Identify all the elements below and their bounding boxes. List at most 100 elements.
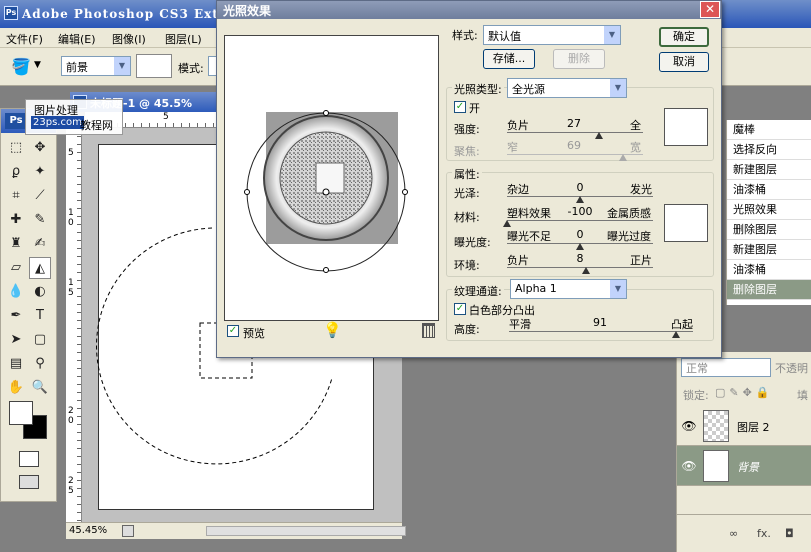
eraser-tool-icon[interactable]: ▱ xyxy=(5,257,27,279)
menu-file[interactable]: 文件(F) xyxy=(6,31,43,47)
preview-label: 预览 xyxy=(243,327,265,340)
chevron-down-icon[interactable]: ▼ xyxy=(34,60,41,70)
ruler-label: 1 xyxy=(68,208,74,218)
menu-edit[interactable]: 编辑(E) xyxy=(58,31,96,47)
mode-label: 模式: xyxy=(178,62,204,75)
blur-tool-icon[interactable]: 💧 xyxy=(5,281,27,303)
watermark: 图片处理 23ps.com 教程网 xyxy=(25,99,123,135)
cancel-button[interactable]: 取消 xyxy=(659,52,709,72)
height-slider[interactable] xyxy=(672,331,681,338)
marquee-tool-icon[interactable]: ⬚ xyxy=(5,137,27,159)
stamp-tool-icon[interactable]: ♜ xyxy=(5,233,27,255)
mask-icon[interactable]: ◘ xyxy=(785,527,794,540)
fill-source-select[interactable]: 前景 ▼ xyxy=(61,56,131,76)
light-type-select[interactable]: 全光源 ▼ xyxy=(507,78,627,98)
photoshop-logo-icon: Ps xyxy=(4,6,18,20)
menu-layer[interactable]: 图层(L) xyxy=(165,31,202,47)
style-select[interactable]: 默认值 ▼ xyxy=(483,25,621,45)
chevron-down-icon: ▼ xyxy=(610,79,626,97)
path-select-icon[interactable]: ➤ xyxy=(5,329,27,351)
layer-row-2[interactable]: 👁 图层 2 xyxy=(677,406,811,446)
eye-icon[interactable]: 👁 xyxy=(681,418,697,434)
zoom-tool-icon[interactable]: 🔍 xyxy=(29,377,51,399)
material-min-label: 塑料效果 xyxy=(507,207,551,220)
pen-tool-icon[interactable]: ✒ xyxy=(5,305,27,327)
type-tool-icon[interactable]: T xyxy=(29,305,51,327)
save-button[interactable]: 存储... xyxy=(483,49,535,69)
menu-image[interactable]: 图像(I) xyxy=(112,31,146,47)
white-high-checkbox[interactable]: ✓ xyxy=(454,303,466,315)
history-item[interactable]: 油漆桶 xyxy=(727,260,811,280)
status-menu-icon[interactable] xyxy=(122,525,134,537)
hand-tool-icon[interactable]: ✋ xyxy=(5,377,27,399)
intensity-slider[interactable] xyxy=(595,132,604,139)
close-button[interactable]: ✕ xyxy=(700,1,720,18)
quick-mask-button[interactable] xyxy=(19,451,39,467)
history-item[interactable]: 新建图层 xyxy=(727,240,811,260)
history-item[interactable]: 光照效果 xyxy=(727,200,811,220)
zoom-level[interactable]: 45.45% xyxy=(69,525,107,536)
slice-tool-icon[interactable]: ⟋ xyxy=(29,185,51,207)
preview-area[interactable] xyxy=(224,35,439,321)
light-bulb-icon[interactable]: 💡 xyxy=(323,321,342,339)
material-value: -100 xyxy=(567,205,593,218)
height-label: 高度: xyxy=(454,323,480,336)
eye-icon[interactable]: 👁 xyxy=(681,458,697,474)
crop-tool-icon[interactable]: ⌗ xyxy=(5,185,27,207)
ambience-slider[interactable] xyxy=(581,267,590,274)
lasso-tool-icon[interactable]: ϼ xyxy=(5,161,27,183)
exposure-slider[interactable] xyxy=(576,243,584,250)
preview-image[interactable] xyxy=(225,36,438,320)
healing-brush-icon[interactable]: ✚ xyxy=(5,209,27,231)
dodge-tool-icon[interactable]: ◐ xyxy=(29,281,51,303)
blend-mode-select[interactable]: 正常 xyxy=(681,358,771,377)
material-slider[interactable] xyxy=(503,220,511,227)
light-color-swatch[interactable] xyxy=(664,108,708,146)
layer-row-background[interactable]: 👁 背景 xyxy=(677,446,811,486)
eyedropper-icon[interactable]: ⚲ xyxy=(29,353,51,375)
history-item[interactable]: 删除图层 xyxy=(727,280,811,300)
focus-slider[interactable] xyxy=(618,154,627,161)
layer-name: 背景 xyxy=(737,461,759,474)
lock-icons[interactable]: ▢✎✥🔒 xyxy=(715,386,774,399)
delete-button[interactable]: 删除 xyxy=(553,49,605,69)
paint-bucket-icon[interactable]: ◭ xyxy=(29,257,51,279)
ruler-label: 2 xyxy=(68,406,74,416)
texture-channel-select[interactable]: Alpha 1 ▼ xyxy=(510,279,627,299)
vertical-ruler[interactable]: 5 1 0 1 5 2 0 2 5 xyxy=(66,128,82,522)
material-max-label: 金属质感 xyxy=(607,207,651,220)
photoshop-logo-icon: Ps xyxy=(5,113,27,129)
history-brush-icon[interactable]: ✍ xyxy=(29,233,51,255)
history-item[interactable]: 选择反向 xyxy=(727,140,811,160)
ruler-label: 1 xyxy=(68,278,74,288)
preview-checkbox[interactable]: ✓ xyxy=(227,325,239,337)
pattern-picker[interactable] xyxy=(136,54,172,78)
notes-tool-icon[interactable]: ▤ xyxy=(5,353,27,375)
brush-tool-icon[interactable]: ✎ xyxy=(29,209,51,231)
opacity-label: 不透明 xyxy=(775,362,808,375)
lighting-effects-dialog: 光照效果 ✕ ✓ 预览 💡 样式: 默认值 ▼ 存储... 删除 确定 取消 光… xyxy=(216,0,722,358)
move-tool-icon[interactable]: ✥ xyxy=(29,137,51,159)
history-item[interactable]: 魔棒 xyxy=(727,120,811,140)
ambience-label: 环境: xyxy=(454,259,480,272)
fx-icon[interactable]: fx. xyxy=(757,527,771,540)
history-item[interactable]: 新建图层 xyxy=(727,160,811,180)
trash-icon[interactable] xyxy=(422,323,435,338)
history-item[interactable]: 删除图层 xyxy=(727,220,811,240)
history-item[interactable]: 油漆桶 xyxy=(727,180,811,200)
screen-mode-button[interactable] xyxy=(19,475,39,489)
light-on-checkbox[interactable]: ✓ xyxy=(454,101,466,113)
gloss-slider[interactable] xyxy=(576,196,584,203)
dialog-titlebar[interactable]: 光照效果 ✕ xyxy=(217,1,721,19)
ruler-label: 5 xyxy=(68,288,74,298)
paint-bucket-icon[interactable]: 🪣 xyxy=(10,56,32,78)
ok-button[interactable]: 确定 xyxy=(659,27,709,47)
horizontal-scrollbar[interactable] xyxy=(206,526,406,536)
magic-wand-icon[interactable]: ✦ xyxy=(29,161,51,183)
foreground-color-swatch[interactable] xyxy=(9,401,33,425)
link-icon[interactable]: ∞ xyxy=(729,527,738,540)
shape-tool-icon[interactable]: ▢ xyxy=(29,329,51,351)
dialog-title: 光照效果 xyxy=(223,4,272,18)
watermark-site: 23ps.com xyxy=(31,116,84,129)
ambient-color-swatch[interactable] xyxy=(664,204,708,242)
